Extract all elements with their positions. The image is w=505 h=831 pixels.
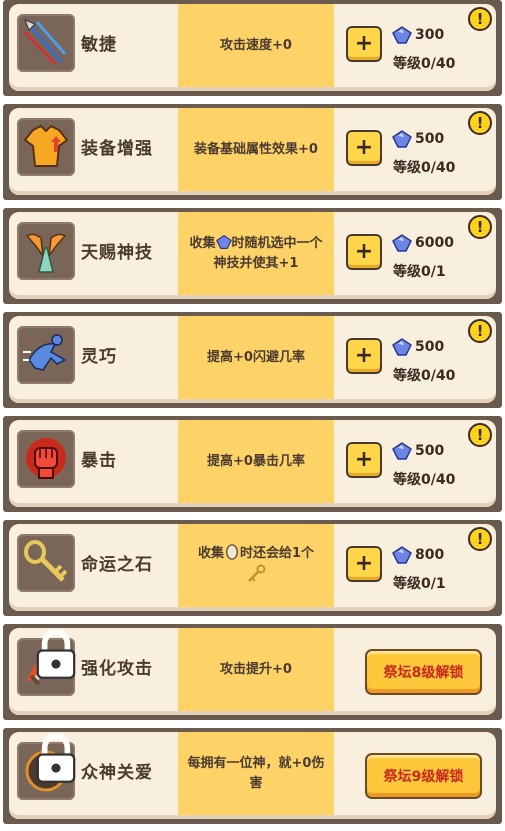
dodge-runner-icon [17,326,75,384]
upgrade-title: 装备增强 [81,139,153,159]
cost-value: 500 [415,131,445,147]
altar-unlock-button[interactable]: 祭坛9级解锁 [365,753,482,799]
upgrade-card-dexterity: 灵巧 提高+0闪避几率 + 500 等级0/40 ! [3,312,502,408]
desc-prefix: 收集 [189,235,216,251]
alert-icon: ! [468,423,492,447]
cost-value: 300 [415,27,445,43]
cost-display: 300 [392,26,444,44]
key-icon [17,534,75,592]
cost-display: 500 [392,442,444,460]
upgrade-plus-button[interactable]: + [346,26,382,62]
level-text: 等级0/1 [393,264,446,280]
upgrade-plus-button[interactable]: + [346,546,382,582]
altar-unlock-button[interactable]: 祭坛8级解锁 [365,649,482,695]
level-text: 等级0/40 [393,160,456,176]
upgrade-title: 天赐神技 [81,243,153,263]
cost-value: 500 [415,339,445,355]
upgrade-description: 收集 时随机选中一个神技并使其+1 [178,212,334,295]
cost-value: 500 [415,443,445,459]
card-body: 装备增强 装备基础属性效果+0 + 500 等级0/40 ! [9,108,496,195]
upgrade-description: 提高+0闪避几率 [178,316,334,399]
lock-icon [36,734,76,783]
lock-icon [36,630,76,679]
upgrade-plus-button[interactable]: + [346,338,382,374]
flaming-sword-icon [17,630,76,696]
armor-shirt-icon [17,118,75,176]
blue-gem-icon [392,338,412,356]
upgrade-description: 攻击速度+0 [178,4,334,87]
card-body: 天赐神技 收集 时随机选中一个神技并使其+1 + 6000 等级0/1 ! [9,212,496,299]
cost-value: 6000 [415,235,454,251]
upgrade-title: 敏捷 [81,35,117,55]
upgrade-plus-button[interactable]: + [346,442,382,478]
card-body: 命运之石 收集 时还会给1个 + 800 等级0/1 ! [9,524,496,611]
upgrade-description: 装备基础属性效果+0 [178,108,334,191]
upgrade-title: 众神关爱 [81,763,153,783]
upgrade-description: 每拥有一位神，就+0伤害 [178,732,334,815]
card-body: 敏捷 攻击速度+0 + 300 等级0/40 ! [9,4,496,91]
desc-suffix: 时还会给1个 [239,546,315,561]
level-text: 等级0/40 [393,472,456,488]
desc-prefix: 收集 [197,546,224,561]
upgrade-plus-button[interactable]: + [346,234,382,270]
alert-icon: ! [468,215,492,239]
card-body: 灵巧 提高+0闪避几率 + 500 等级0/40 ! [9,316,496,403]
level-text: 等级0/40 [393,368,456,384]
upgrade-description: 攻击提升+0 [178,628,334,711]
cost-value: 800 [415,547,445,563]
upgrade-card-gods-favor: E 众神关爱 每拥有一位神，就+0伤害 祭坛9级解锁 [3,728,502,824]
stone-icon [225,544,238,560]
upgrade-description: 收集 时还会给1个 [178,524,334,607]
card-body: 暴击 提高+0暴击几率 + 500 等级0/40 ! [9,420,496,507]
blue-gem-icon [392,234,412,252]
level-text: 等级0/40 [393,56,456,72]
alert-icon: ! [468,527,492,551]
alert-icon: ! [468,319,492,343]
upgrade-card-equipment: 装备增强 装备基础属性效果+0 + 500 等级0/40 ! [3,104,502,200]
key-icon [248,564,266,582]
god-emblem-icon: E [17,734,76,800]
cost-display: 6000 [392,234,454,252]
upgrade-card-critical: 暴击 提高+0暴击几率 + 500 等级0/40 ! [3,416,502,512]
upgrade-title: 强化攻击 [81,659,153,679]
upgrade-card-agility: 敏捷 攻击速度+0 + 300 等级0/40 ! [3,0,502,96]
cost-display: 800 [392,546,444,564]
spears-icon [17,14,75,72]
card-body: E 众神关爱 每拥有一位神，就+0伤害 祭坛9级解锁 [9,732,496,819]
card-body: 强化攻击 攻击提升+0 祭坛8级解锁 [9,628,496,715]
upgrade-card-fate-stone: 命运之石 收集 时还会给1个 + 800 等级0/1 ! [3,520,502,616]
alert-icon: ! [468,7,492,31]
cost-display: 500 [392,130,444,148]
upgrade-card-enhanced-attack: 强化攻击 攻击提升+0 祭坛8级解锁 [3,624,502,720]
upgrade-title: 灵巧 [81,347,117,367]
upgrade-plus-button[interactable]: + [346,130,382,166]
cost-display: 500 [392,338,444,356]
blue-gem-icon [215,234,232,249]
upgrade-card-divine-gift: 天赐神技 收集 时随机选中一个神技并使其+1 + 6000 等级0/1 ! [3,208,502,304]
alert-icon: ! [468,111,492,135]
upgrade-description: 提高+0暴击几率 [178,420,334,503]
blue-gem-icon [392,26,412,44]
upgrade-title: 命运之石 [81,555,153,575]
level-text: 等级0/1 [393,576,446,592]
blue-gem-icon [392,442,412,460]
blue-gem-icon [392,130,412,148]
blue-gem-icon [392,546,412,564]
upgrade-title: 暴击 [81,451,117,471]
praying-hands-icon [17,222,75,280]
fist-icon [17,430,75,488]
